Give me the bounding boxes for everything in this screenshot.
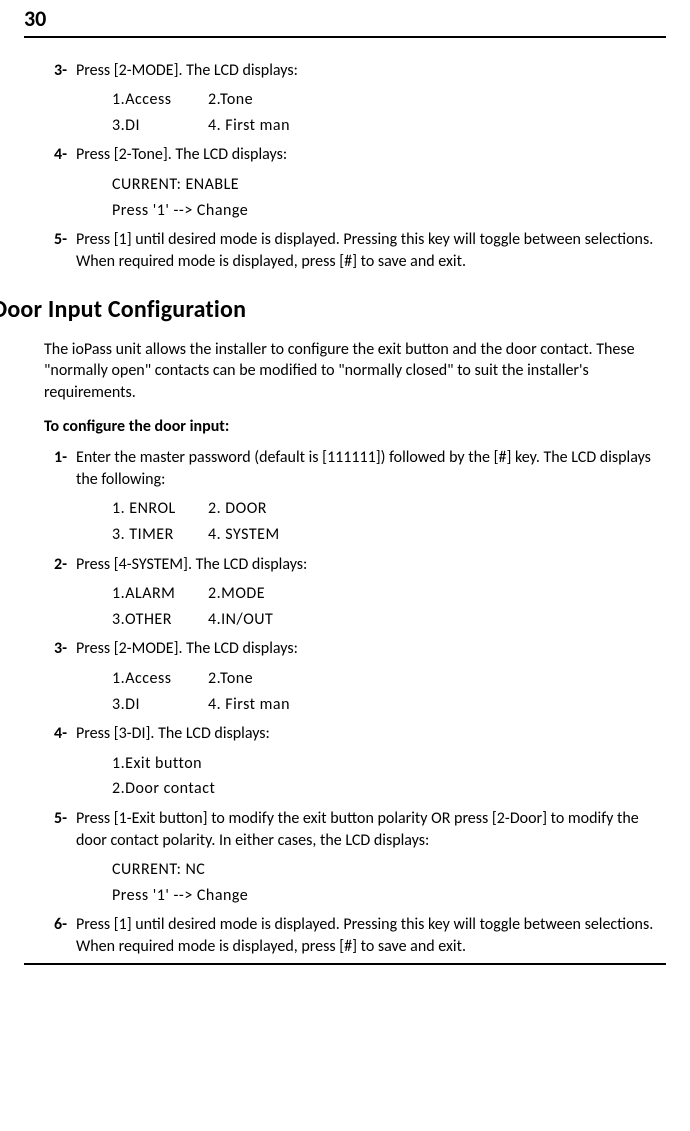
menu-item: 4. First man <box>208 113 290 139</box>
step-number: 4- <box>54 723 76 745</box>
lcd-line: 1.Exit button <box>112 751 666 777</box>
step-number: 5- <box>54 229 76 251</box>
step-text: Press [2-Tone]. The LCD displays: <box>76 145 287 164</box>
steps-second-block: 1-Enter the master password (default is … <box>76 447 666 957</box>
step-number: 6- <box>54 914 76 936</box>
menu-item: 3.DI <box>112 692 208 718</box>
step-text: Press [2-MODE]. The LCD displays: <box>76 61 298 80</box>
step-number: 3- <box>54 60 76 82</box>
menu-item: 4. SYSTEM <box>208 522 280 548</box>
menu-item: 4. First man <box>208 692 290 718</box>
lcd-menu: 1.ALARM 2.MODE 3.OTHER 4.IN/OUT <box>112 581 666 632</box>
step-text: Enter the master password (default is [1… <box>76 448 651 489</box>
menu-item: 3.DI <box>112 113 208 139</box>
lcd-menu: 1.Access 2.Tone 3.DI 4. First man <box>112 87 666 138</box>
step-number: 4- <box>54 144 76 166</box>
section-heading: Door Input Configuration <box>0 294 666 326</box>
step-b1: 1-Enter the master password (default is … <box>76 447 666 547</box>
menu-item: 1.Access <box>112 87 208 113</box>
step-b3: 3-Press [2-MODE]. The LCD displays: 1.Ac… <box>76 638 666 717</box>
lcd-line: CURRENT: ENABLE <box>112 172 666 198</box>
step-a5: 5-Press [1] until desired mode is displa… <box>76 229 666 272</box>
steps-first-block: 3-Press [2-MODE]. The LCD displays: 1.Ac… <box>76 60 666 273</box>
lcd-lines: 1.Exit button 2.Door contact <box>112 751 666 802</box>
lcd-line: Press '1' --> Change <box>112 198 666 224</box>
step-b2: 2-Press [4-SYSTEM]. The LCD displays: 1.… <box>76 554 666 633</box>
step-text: Press [1] until desired mode is displaye… <box>76 230 653 271</box>
menu-item: 1. ENROL <box>112 496 208 522</box>
lcd-lines: CURRENT: NC Press '1' --> Change <box>112 857 666 908</box>
page-number: 30 <box>24 0 666 36</box>
lcd-lines: CURRENT: ENABLE Press '1' --> Change <box>112 172 666 223</box>
step-text: Press [4-SYSTEM]. The LCD displays: <box>76 555 307 574</box>
intro-paragraph: The ioPass unit allows the installer to … <box>44 339 666 404</box>
menu-item: 2. DOOR <box>208 496 267 522</box>
step-b6: 6-Press [1] until desired mode is displa… <box>76 914 666 957</box>
lcd-line: CURRENT: NC <box>112 857 666 883</box>
lcd-line: 2.Door contact <box>112 776 666 802</box>
step-text: Press [1] until desired mode is displaye… <box>76 915 653 956</box>
menu-item: 2.Tone <box>208 87 253 113</box>
menu-item: 1.ALARM <box>112 581 208 607</box>
lcd-menu: 1. ENROL 2. DOOR 3. TIMER 4. SYSTEM <box>112 496 666 547</box>
lcd-line: Press '1' --> Change <box>112 883 666 909</box>
step-number: 5- <box>54 808 76 830</box>
step-a3: 3-Press [2-MODE]. The LCD displays: 1.Ac… <box>76 60 666 139</box>
step-b5: 5-Press [1-Exit button] to modify the ex… <box>76 808 666 908</box>
footer-rule <box>24 963 666 965</box>
menu-item: 4.IN/OUT <box>208 607 273 633</box>
step-text: Press [2-MODE]. The LCD displays: <box>76 639 298 658</box>
procedure-subhead: To configure the door input: <box>44 416 666 438</box>
menu-item: 3.OTHER <box>112 607 208 633</box>
step-number: 2- <box>54 554 76 576</box>
lcd-menu: 1.Access 2.Tone 3.DI 4. First man <box>112 666 666 717</box>
menu-item: 1.Access <box>112 666 208 692</box>
menu-item: 2.MODE <box>208 581 265 607</box>
step-number: 3- <box>54 638 76 660</box>
step-a4: 4-Press [2-Tone]. The LCD displays: CURR… <box>76 144 666 223</box>
menu-item: 2.Tone <box>208 666 253 692</box>
step-b4: 4-Press [3-DI]. The LCD displays: 1.Exit… <box>76 723 666 802</box>
header-rule <box>24 36 666 38</box>
menu-item: 3. TIMER <box>112 522 208 548</box>
step-text: Press [1-Exit button] to modify the exit… <box>76 809 639 850</box>
step-number: 1- <box>54 447 76 469</box>
step-text: Press [3-DI]. The LCD displays: <box>76 724 270 743</box>
